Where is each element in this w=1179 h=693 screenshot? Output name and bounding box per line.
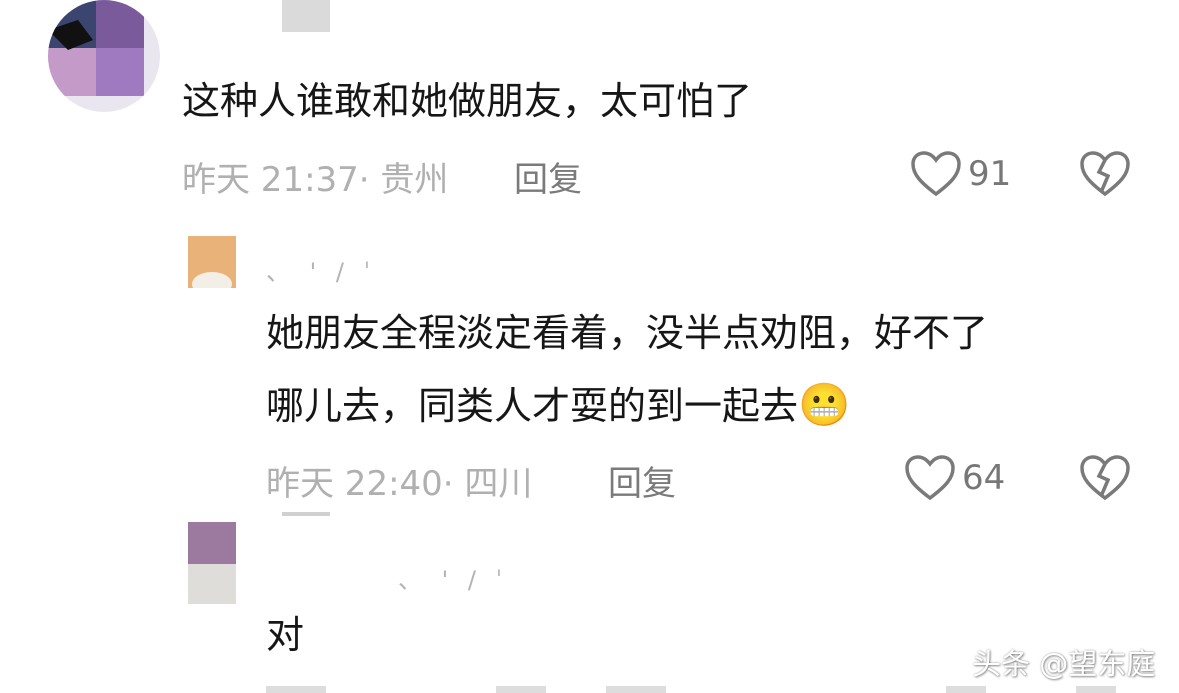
heart-outline-icon[interactable] (904, 454, 956, 502)
comment-meta: 昨天 22:40· 四川 (266, 456, 532, 505)
avatar[interactable] (188, 236, 236, 288)
next-row-partial (266, 686, 1166, 693)
like-count: 64 (962, 458, 1006, 498)
username-redacted[interactable] (282, 0, 330, 32)
comment-meta: 昨天 21:37· 贵州 (182, 152, 448, 201)
reply-button[interactable]: 回复 (514, 152, 582, 201)
comment-thread: { "comments": [ { "text": "这种人谁敢和她做朋友，太可… (0, 0, 1179, 693)
comment-text-line1: 她朋友全程淡定看着，没半点劝阻，好不了 (266, 311, 989, 355)
avatar[interactable] (48, 0, 160, 112)
broken-heart-icon[interactable] (1080, 454, 1130, 502)
username-redacted[interactable]: 、 ' / ˈ (266, 252, 376, 287)
broken-heart-icon[interactable] (1080, 150, 1130, 198)
username-redacted-bar (282, 512, 330, 516)
comment-time: 昨天 21:37 (182, 160, 359, 200)
grimacing-emoji: 😬 (798, 380, 851, 429)
comment-location: · 贵州 (358, 160, 449, 200)
heart-outline-icon[interactable] (910, 150, 962, 198)
like-count: 91 (968, 154, 1012, 194)
avatar[interactable] (188, 522, 236, 604)
comment-text: 对 (266, 613, 305, 657)
comment-text: 这种人谁敢和她做朋友，太可怕了 (182, 79, 753, 123)
comment-location: · 四川 (442, 464, 533, 504)
username-redacted[interactable]: 、 ' / ˈ (398, 560, 508, 595)
reply-button[interactable]: 回复 (608, 456, 676, 505)
comment-text-line2-content: 哪儿去，同类人才耍的到一起去 (266, 384, 799, 428)
comment-text-line2: 哪儿去，同类人才耍的到一起去😬 (266, 374, 850, 437)
comment-time: 昨天 22:40 (266, 464, 443, 504)
watermark: 头条 @望东庭 (972, 647, 1156, 681)
